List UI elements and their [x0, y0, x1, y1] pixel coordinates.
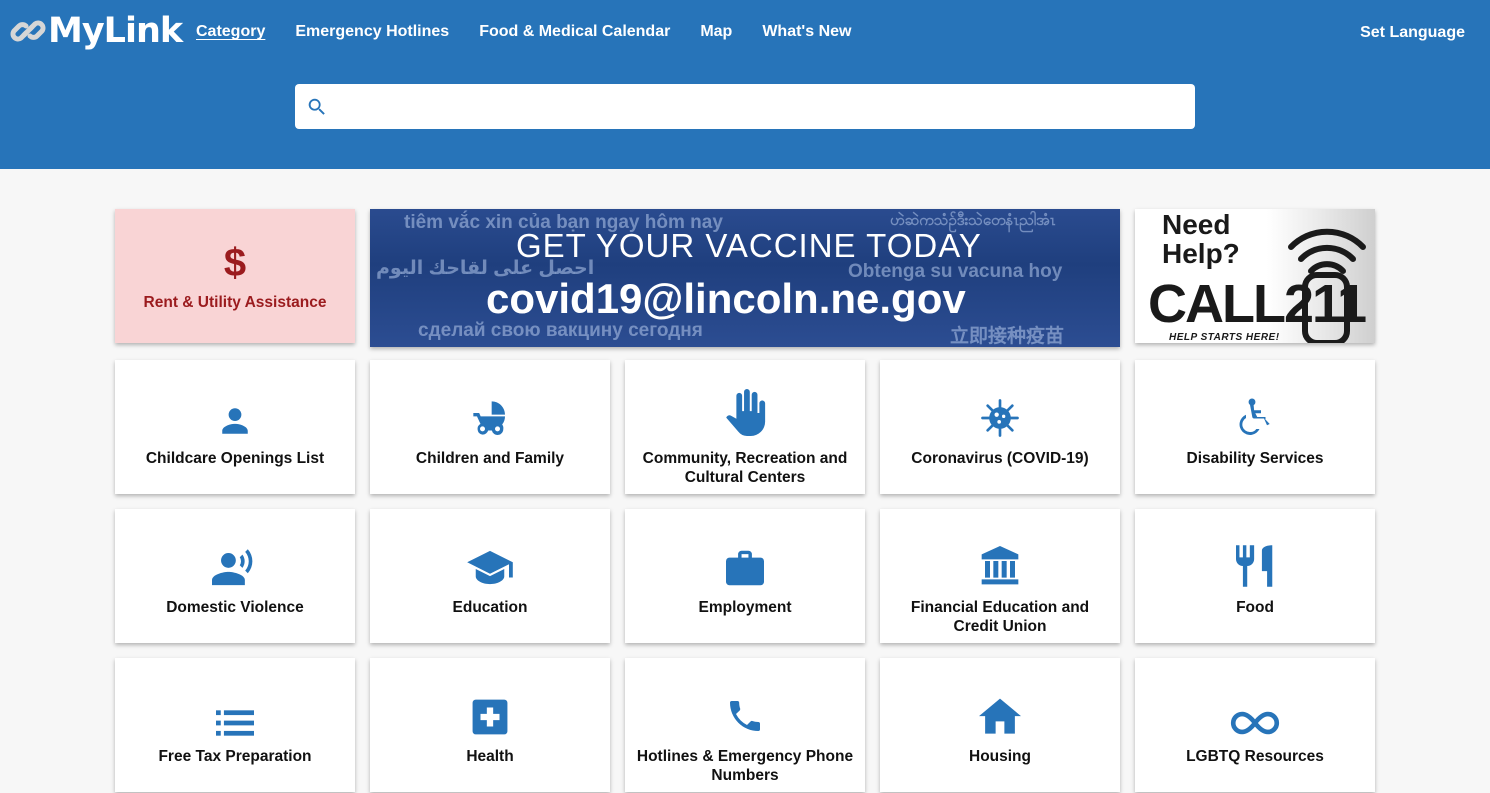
- briefcase-icon: [726, 550, 764, 586]
- category-card-education[interactable]: Education: [370, 509, 610, 643]
- chain-link-icon: [10, 20, 46, 42]
- category-card-lgbtq[interactable]: LGBTQ Resources: [1135, 658, 1375, 792]
- main-nav: Category Emergency Hotlines Food & Medic…: [196, 22, 881, 42]
- rent-utility-card[interactable]: $ Rent & Utility Assistance: [115, 209, 355, 343]
- dollar-icon: $: [223, 241, 247, 285]
- card-label: Childcare Openings List: [145, 450, 325, 467]
- nav-category[interactable]: Category: [196, 22, 265, 42]
- house-icon: [979, 698, 1021, 734]
- header: MyLink Category Emergency Hotlines Food …: [0, 0, 1490, 169]
- virus-icon: [981, 399, 1019, 437]
- category-card-employment[interactable]: Employment: [625, 509, 865, 643]
- category-card-food[interactable]: Food: [1135, 509, 1375, 643]
- list-icon: [216, 710, 254, 736]
- category-card-community[interactable]: Community, Recreation and Cultural Cente…: [625, 360, 865, 494]
- category-card-hotlines[interactable]: Hotlines & Emergency Phone Numbers: [625, 658, 865, 792]
- card-label: Hotlines & Emergency Phone Numbers: [636, 748, 854, 784]
- card-label: Children and Family: [415, 450, 565, 467]
- help-starts-here: HELP STARTS HERE!: [1169, 332, 1280, 343]
- card-label: Domestic Violence: [166, 599, 304, 616]
- search-icon[interactable]: [306, 96, 328, 118]
- card-label: Disability Services: [1186, 450, 1324, 467]
- need-help-text: Need Help?: [1162, 209, 1240, 269]
- search-input[interactable]: [328, 86, 1195, 127]
- utensils-icon: [1236, 545, 1273, 587]
- card-label: Food: [1236, 599, 1274, 616]
- nav-map[interactable]: Map: [700, 22, 732, 42]
- wheelchair-icon: [1239, 398, 1270, 435]
- bank-icon: [981, 546, 1019, 585]
- card-label: Health: [466, 748, 514, 765]
- card-label: Community, Recreation and Cultural Cente…: [642, 450, 848, 486]
- medical-plus-icon: [472, 699, 508, 735]
- person-voice-icon: [212, 549, 253, 586]
- vaccine-text-russian: сделай свою вакцину сегодня: [418, 320, 703, 341]
- category-card-free-tax[interactable]: Free Tax Preparation: [115, 658, 355, 792]
- nav-emergency-hotlines[interactable]: Emergency Hotlines: [295, 22, 449, 42]
- category-card-childcare[interactable]: Childcare Openings List: [115, 360, 355, 494]
- card-label: Financial Education and Credit Union: [910, 599, 1090, 635]
- graduation-cap-icon: [467, 550, 513, 585]
- call-211-text: CALL211: [1148, 274, 1367, 334]
- card-label: Rent & Utility Assistance: [143, 294, 327, 311]
- vaccine-banner[interactable]: tiêm vắc xin của bạn ngay hôm nay ဟဲဆဲကသ…: [370, 209, 1120, 347]
- category-card-coronavirus[interactable]: Coronavirus (COVID-19): [880, 360, 1120, 494]
- category-card-health[interactable]: Health: [370, 658, 610, 792]
- search-bar: [295, 84, 1195, 129]
- infinity-icon: [1230, 711, 1280, 735]
- phone-icon: [730, 701, 760, 731]
- category-card-financial-education[interactable]: Financial Education and Credit Union: [880, 509, 1120, 643]
- hand-icon: [726, 389, 766, 436]
- call-211-banner[interactable]: Need Help? CALL211 HELP STARTS HERE!: [1135, 209, 1375, 343]
- set-language-link[interactable]: Set Language: [1360, 23, 1465, 43]
- card-label: Free Tax Preparation: [158, 748, 312, 765]
- card-label: Housing: [969, 748, 1031, 765]
- person-icon: [222, 408, 248, 434]
- category-card-domestic-violence[interactable]: Domestic Violence: [115, 509, 355, 643]
- category-card-disability[interactable]: Disability Services: [1135, 360, 1375, 494]
- category-card-housing[interactable]: Housing: [880, 658, 1120, 792]
- nav-food-medical-calendar[interactable]: Food & Medical Calendar: [479, 22, 670, 42]
- vaccine-text-chinese: 立即接种疫苗: [950, 326, 1065, 347]
- card-label: Employment: [698, 599, 792, 616]
- brand-name: MyLink: [48, 11, 183, 51]
- nav-whats-new[interactable]: What's New: [762, 22, 851, 42]
- stroller-icon: [473, 401, 505, 435]
- mylink-logo[interactable]: MyLink: [10, 10, 183, 52]
- card-label: Coronavirus (COVID-19): [911, 450, 1089, 467]
- card-label: Education: [452, 599, 528, 616]
- vaccine-email: covid19@lincoln.ne.gov: [486, 275, 966, 322]
- category-card-children-family[interactable]: Children and Family: [370, 360, 610, 494]
- card-label: LGBTQ Resources: [1186, 748, 1324, 765]
